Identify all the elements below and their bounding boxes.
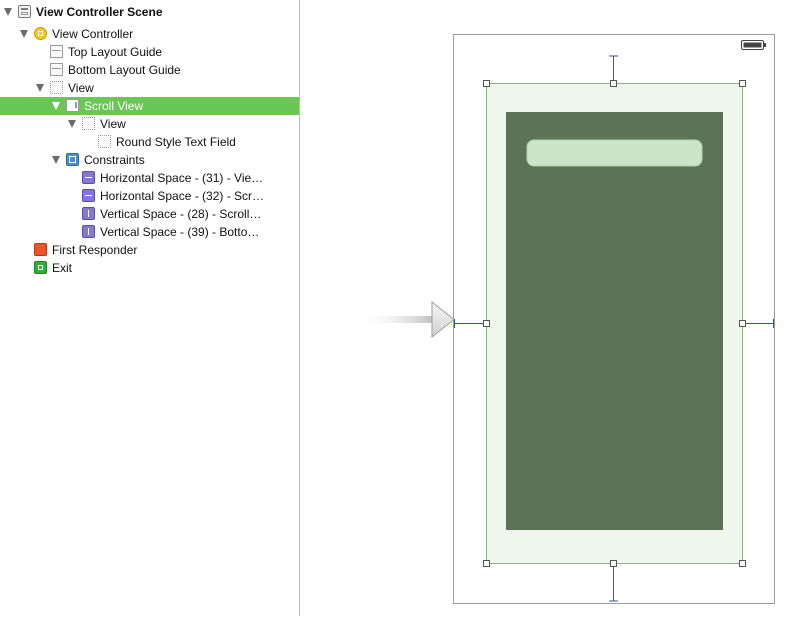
outline-row-label: View [100,117,126,131]
outline-row-label: Round Style Text Field [116,135,236,149]
outline-row-label: Vertical Space - (28) - Scroll… [100,207,262,221]
view-icon [50,81,63,94]
disclosure-triangle-icon[interactable] [20,30,28,38]
disclosure-triangle-icon[interactable] [52,156,60,164]
text-field-icon [98,135,111,148]
vertical-space-icon [82,207,95,220]
outline-row-view-controller-scene[interactable]: View Controller Scene [0,3,299,21]
disclosure-triangle-icon[interactable] [52,102,60,110]
outline-row-top-layout-guide[interactable]: Top Layout Guide [0,43,299,61]
outline-row-view[interactable]: View [0,79,299,97]
outline-row-constraints[interactable]: Constraints [0,151,299,169]
outline-row-exit[interactable]: Exit [0,259,299,277]
constraints-icon [66,153,79,166]
vertical-space-icon [82,225,95,238]
outline-row-constraint[interactable]: Vertical Space - (28) - Scroll… [0,205,299,223]
layout-guide-icon [50,63,63,76]
view-icon [82,117,95,130]
scene-icon [18,5,31,18]
outline-row-round-style-text-field[interactable]: Round Style Text Field [0,133,299,151]
entry-point-arrow-icon[interactable] [356,300,455,339]
outline-row-label: Scroll View [84,99,144,113]
outline-row-label: Exit [52,261,73,275]
outline-row-scroll-view[interactable]: Scroll View [0,97,299,115]
view-controller-icon [34,27,47,40]
outline-row-label: Bottom Layout Guide [68,63,181,77]
resize-handle-right [739,320,746,327]
outline-row-label: Constraints [84,153,145,167]
outline-row-constraint[interactable]: Horizontal Space - (32) - Scr… [0,187,299,205]
disclosure-triangle-icon[interactable] [4,8,12,16]
resize-handle-bottom-left [483,560,490,567]
resize-handle-left [483,320,490,327]
outline-row-constraint[interactable]: Horizontal Space - (31) - Vie… [0,169,299,187]
battery-icon [741,40,766,50]
layout-guide-icon [50,45,63,58]
outline-row-first-responder[interactable]: First Responder [0,241,299,259]
first-responder-icon [34,243,47,256]
outline-row-constraint[interactable]: Vertical Space - (39) - Botto… [0,223,299,241]
outline-row-view-controller[interactable]: View Controller [0,25,299,43]
resize-handle-bottom [610,560,617,567]
disclosure-triangle-icon[interactable] [36,84,44,92]
outline-row-label: First Responder [52,243,138,257]
resize-handle-top-left [483,80,490,87]
outline-row-label: View [68,81,94,95]
outline-row-bottom-layout-guide[interactable]: Bottom Layout Guide [0,61,299,79]
horizontal-space-icon [82,189,95,202]
outline-row-label: Top Layout Guide [68,45,163,59]
document-outline: View Controller Scene View Controller To… [0,0,300,616]
outline-row-label: View Controller [52,27,134,41]
disclosure-triangle-icon[interactable] [68,120,76,128]
outline-row-label: Horizontal Space - (32) - Scr… [100,189,265,203]
scroll-view-icon [66,99,79,112]
canvas-drawing [356,34,775,604]
exit-icon [34,261,47,274]
outline-row-content-view[interactable]: View [0,115,299,133]
resize-handle-top [610,80,617,87]
horizontal-space-icon [82,171,95,184]
outline-row-label: Vertical Space - (39) - Botto… [100,225,260,239]
outline-row-label: View Controller Scene [36,5,163,19]
storyboard-canvas[interactable] [300,0,800,616]
content-view[interactable] [506,112,723,530]
outline-row-label: Horizontal Space - (31) - Vie… [100,171,264,185]
round-style-text-field[interactable] [526,139,703,167]
resize-handle-top-right [739,80,746,87]
resize-handle-bottom-right [739,560,746,567]
